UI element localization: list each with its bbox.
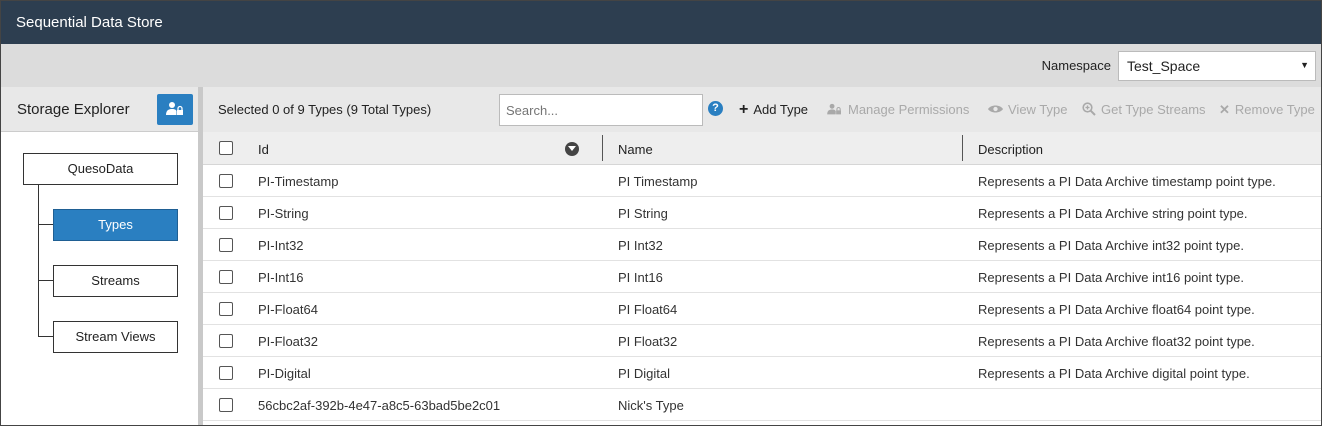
table-row[interactable]: PI-Digital PI Digital Represents a PI Data… [203, 357, 1321, 389]
app-title: Sequential Data Store [1, 1, 1321, 44]
namespace-bar: Namespace Test_Space ▼ [1, 44, 1321, 87]
cell-description: Represents a PI Data Archive int16 point… [978, 270, 1244, 285]
row-checkbox[interactable] [219, 398, 233, 412]
cell-description: Represents a PI Data Archive int32 point… [978, 238, 1244, 253]
manage-permissions-label: Manage Permissions [848, 102, 970, 117]
users-lock-icon [166, 102, 183, 115]
help-icon[interactable]: ? [708, 101, 723, 116]
types-toolbar: Selected 0 of 9 Types (9 Total Types) ? … [203, 87, 1321, 132]
cell-description: Represents a PI Data Archive digital poi… [978, 366, 1250, 381]
sort-icon[interactable] [565, 142, 579, 156]
cell-id: 56cbc2af-392b-4e47-a8c5-63bad5be2c01 [258, 398, 501, 413]
get-type-streams-button[interactable]: Get Type Streams [1082, 102, 1206, 117]
plus-icon: + [739, 101, 749, 118]
search-plus-icon [1082, 102, 1096, 116]
storage-explorer-panel: Storage Explorer QuesoData Types Streams… [1, 87, 198, 425]
view-type-button[interactable]: View Type [988, 102, 1068, 117]
cell-name: PI String [618, 206, 668, 221]
row-checkbox[interactable] [219, 302, 233, 316]
add-type-button[interactable]: + Add Type [739, 101, 809, 118]
tree-connector [38, 280, 53, 281]
column-divider[interactable] [602, 135, 603, 161]
row-checkbox[interactable] [219, 206, 233, 220]
add-type-label: Add Type [753, 102, 809, 117]
column-header-name[interactable]: Name [618, 142, 653, 157]
namespace-value: Test_Space [1127, 58, 1201, 74]
tree-node-root[interactable]: QuesoData [23, 153, 178, 185]
cell-name: PI Int32 [618, 238, 663, 253]
row-checkbox[interactable] [219, 366, 233, 380]
eye-icon [988, 105, 1003, 113]
chevron-down-icon: ▼ [1300, 60, 1309, 70]
view-type-label: View Type [1008, 102, 1068, 117]
table-row[interactable]: PI-Timestamp PI Timestamp Represents a PI … [203, 165, 1321, 197]
app-window: Sequential Data Store Namespace Test_Spa… [0, 0, 1322, 426]
cell-description: Represents a PI Data Archive float32 poi… [978, 334, 1255, 349]
remove-type-button[interactable]: ✕ Remove Type [1219, 102, 1315, 118]
cell-name: PI Float64 [618, 302, 678, 317]
tree-connector [38, 336, 53, 337]
storage-explorer-title: Storage Explorer [17, 101, 130, 118]
column-divider[interactable] [962, 135, 963, 161]
row-checkbox[interactable] [219, 270, 233, 284]
cell-id: PI-String [258, 206, 309, 221]
table-row[interactable]: PI-Float64 PI Float64 Represents a PI Data… [203, 293, 1321, 325]
cell-id: PI-Int32 [258, 238, 304, 253]
tree-node-stream-views[interactable]: Stream Views [53, 321, 178, 353]
grid-header: Id Name Description [203, 132, 1321, 165]
cell-name: PI Timestamp [618, 174, 698, 189]
cell-name: PI Float32 [618, 334, 678, 349]
cell-description: Represents a PI Data Archive float64 poi… [978, 302, 1255, 317]
cell-description: Represents a PI Data Archive string poin… [978, 206, 1248, 221]
column-header-description[interactable]: Description [978, 142, 1043, 157]
row-checkbox[interactable] [219, 238, 233, 252]
cell-description: Represents a PI Data Archive timestamp p… [978, 174, 1276, 189]
cell-id: PI-Digital [258, 366, 311, 381]
tree-node-types[interactable]: Types [53, 209, 178, 241]
cell-name: PI Digital [618, 366, 671, 381]
tree-connector [38, 185, 39, 336]
table-row[interactable]: PI-Int16 PI Int16 Represents a PI Data Arc… [203, 261, 1321, 293]
table-row[interactable]: PI-Float32 PI Float32 Represents a PI Data… [203, 325, 1321, 357]
users-lock-icon [827, 103, 841, 115]
cell-id: PI-Timestamp [258, 174, 339, 189]
select-all-checkbox[interactable] [219, 141, 233, 155]
get-type-streams-label: Get Type Streams [1101, 102, 1206, 117]
search-input[interactable] [499, 94, 703, 126]
close-icon: ✕ [1219, 102, 1230, 117]
storage-explorer-header: Storage Explorer [1, 87, 198, 132]
types-grid: Id Name Description PI-Timestamp PI Times… [203, 132, 1321, 425]
namespace-select[interactable]: Test_Space ▼ [1118, 51, 1316, 81]
cell-name: Nick's Type [618, 398, 684, 413]
row-checkbox[interactable] [219, 334, 233, 348]
table-row[interactable]: PI-Int32 PI Int32 Represents a PI Data Arc… [203, 229, 1321, 261]
cell-id: PI-Int16 [258, 270, 304, 285]
row-checkbox[interactable] [219, 174, 233, 188]
cell-name: PI Int16 [618, 270, 663, 285]
tree-node-streams[interactable]: Streams [53, 265, 178, 297]
manage-permissions-action[interactable]: Manage Permissions [826, 102, 969, 117]
cell-id: PI-Float32 [258, 334, 318, 349]
namespace-label: Namespace [1041, 58, 1111, 73]
remove-type-label: Remove Type [1234, 102, 1315, 117]
table-row[interactable]: 56cbc2af-392b-4e47-a8c5-63bad5be2c01 Nick… [203, 389, 1321, 421]
column-header-id[interactable]: Id [258, 142, 269, 157]
cell-id: PI-Float64 [258, 302, 318, 317]
tree-connector [38, 224, 53, 225]
selection-count: Selected 0 of 9 Types (9 Total Types) [218, 102, 432, 117]
manage-permissions-button[interactable] [157, 94, 193, 125]
table-row[interactable]: PI-String PI String Represents a PI Data A… [203, 197, 1321, 229]
